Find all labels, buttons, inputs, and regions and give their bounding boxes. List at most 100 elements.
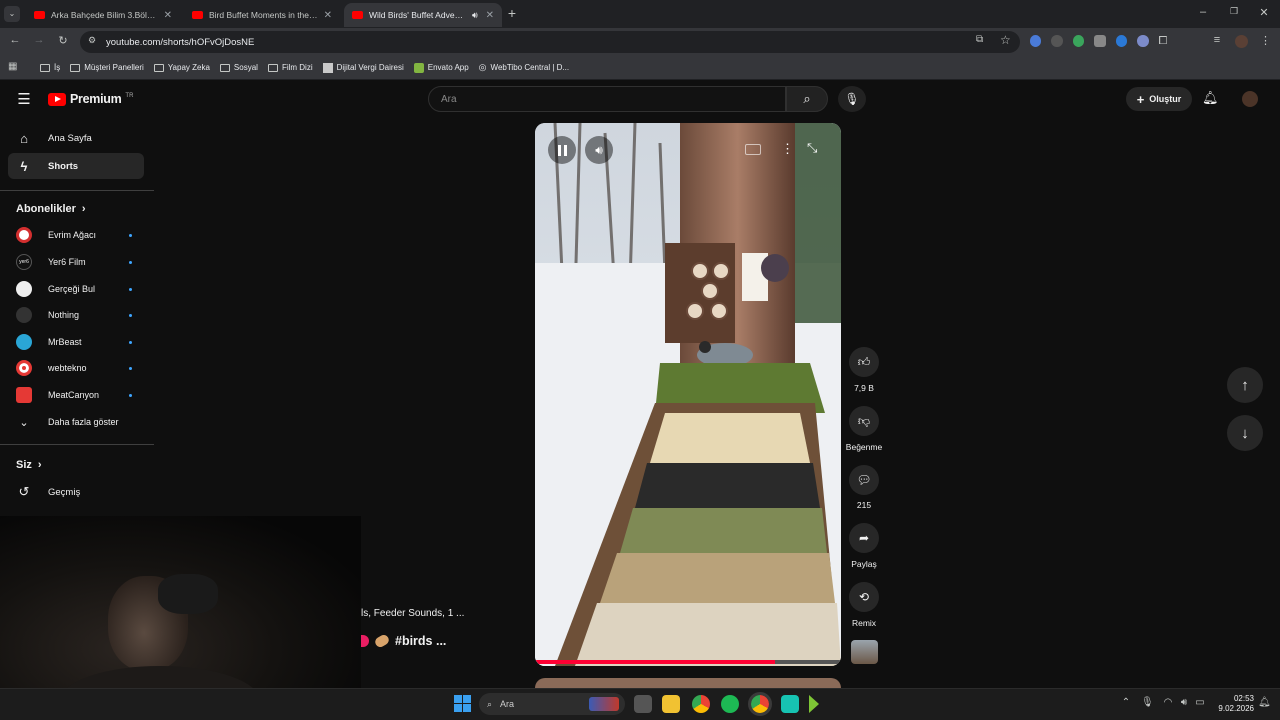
captions-icon[interactable] xyxy=(745,144,761,155)
short-channel-caption[interactable]: ls, Feeder Sounds, 1 ... xyxy=(361,608,464,619)
bookmark-item[interactable]: Sosyal xyxy=(219,63,258,72)
profile-avatar[interactable] xyxy=(1235,35,1248,48)
hamburger-menu-icon[interactable]: ☰ xyxy=(16,90,32,108)
restore-icon[interactable]: ❐ xyxy=(1227,6,1241,17)
bookmark-item[interactable]: Dijital Vergi Dairesi xyxy=(322,62,404,73)
chrome-menu-icon[interactable]: ⋮ xyxy=(1260,34,1271,47)
sidebar-divider xyxy=(0,190,154,191)
search-button[interactable]: ⌕ xyxy=(786,86,828,112)
volume-button[interactable]: 🔊︎ xyxy=(585,136,613,164)
address-bar[interactable]: ⚙ youtube.com/shorts/hOFvOjDosNE ⧉ ☆ xyxy=(80,31,1020,53)
subscription-item[interactable]: Nothing xyxy=(16,303,144,327)
bookmark-item[interactable]: Envato App xyxy=(413,62,469,73)
app-icon[interactable] xyxy=(781,695,799,713)
create-button[interactable]: + Oluştur xyxy=(1126,87,1192,111)
tab-search-icon[interactable]: ⌄ xyxy=(4,6,20,22)
clock[interactable]: 02:53 9.02.2026 xyxy=(1214,694,1254,714)
wifi-icon[interactable]: ◠ xyxy=(1162,697,1174,708)
bookmark-item[interactable]: Film Dizi xyxy=(267,63,313,72)
remix-button[interactable]: ⟲ xyxy=(849,582,879,612)
bookmark-item[interactable]: Yapay Zeka xyxy=(153,63,210,72)
notifications-bell-icon[interactable]: 🔔︎ xyxy=(1202,90,1219,106)
close-tab-icon[interactable]: ✕ xyxy=(324,10,332,21)
notification-center-icon[interactable]: 🔔︎ xyxy=(1258,697,1271,708)
puzzle-icon[interactable]: ⧠ xyxy=(1159,35,1170,47)
next-short-preview[interactable] xyxy=(535,678,841,688)
bookmark-item[interactable]: ◎ WebTibo Central | D... xyxy=(479,62,569,73)
file-explorer-icon[interactable] xyxy=(662,695,680,713)
short-title[interactable]: #birds ... xyxy=(361,633,446,649)
extension-icon[interactable] xyxy=(1094,35,1106,47)
spotify-icon[interactable] xyxy=(721,695,739,713)
browser-tab-3[interactable]: Wild Birds' Buffet Adventu 🔊︎ ✕ xyxy=(344,3,502,27)
volume-tray-icon[interactable]: 🔊︎ xyxy=(1178,697,1190,708)
extension-icon[interactable] xyxy=(1030,35,1042,47)
taskbar-search[interactable]: ⌕ Ara xyxy=(479,693,625,715)
bookmark-item[interactable]: Müşteri Panelleri xyxy=(70,63,144,72)
more-options-icon[interactable]: ⋮ xyxy=(781,141,794,157)
short-video-player[interactable]: 🔊︎ ⋮ ⤡ xyxy=(535,123,841,666)
close-tab-icon[interactable]: ✕ xyxy=(486,10,494,21)
subscription-item[interactable]: MeatCanyon xyxy=(16,383,144,407)
subscriptions-header[interactable]: Abonelikler › xyxy=(16,203,86,215)
create-label: Oluştur xyxy=(1149,94,1182,104)
reload-icon[interactable]: ↻ xyxy=(56,34,70,47)
search-highlight-image xyxy=(589,697,619,711)
dislike-button[interactable]: 👎︎ xyxy=(849,406,879,436)
subscription-item[interactable]: MrBeast xyxy=(16,330,144,354)
show-more-button[interactable]: ⌄ Daha fazla göster xyxy=(16,410,144,434)
sidebar-item-history[interactable]: ↺ Geçmiş xyxy=(8,479,144,505)
next-short-button[interactable]: ↓ xyxy=(1227,415,1263,451)
previous-short-button[interactable]: ↑ xyxy=(1227,367,1263,403)
subscription-item[interactable]: Evrim Ağacı xyxy=(16,223,144,247)
share-button[interactable]: ➦ xyxy=(849,523,879,553)
extension-icon[interactable] xyxy=(1137,35,1149,47)
apps-grid-icon[interactable]: ▦ xyxy=(8,61,17,72)
app-icon[interactable] xyxy=(809,695,819,713)
minimize-icon[interactable]: – xyxy=(1196,6,1210,18)
like-button[interactable]: 👍︎ xyxy=(849,347,879,377)
voice-search-button[interactable]: 🎙︎ xyxy=(838,86,866,112)
sound-thumbnail[interactable] xyxy=(851,640,878,664)
audio-playing-icon[interactable]: 🔊︎ xyxy=(472,10,478,21)
comments-button[interactable]: 💬︎ xyxy=(849,465,879,495)
new-tab-icon[interactable]: + xyxy=(504,5,520,21)
fullscreen-icon[interactable]: ⤡ xyxy=(807,140,817,156)
bookmark-item[interactable]: İş xyxy=(40,63,60,72)
microphone-tray-icon[interactable]: 🎙︎ xyxy=(1141,697,1154,708)
battery-icon[interactable]: ▭ xyxy=(1194,697,1206,708)
sidebar-item-shorts[interactable]: ϟ Shorts xyxy=(8,153,144,179)
subscription-item[interactable]: Gerçeği Bul xyxy=(16,277,144,301)
forward-icon[interactable]: → xyxy=(32,34,46,46)
close-window-icon[interactable]: ✕ xyxy=(1257,6,1271,19)
extension-icon[interactable] xyxy=(1072,35,1085,47)
browser-tab-2[interactable]: Bird Buffet Moments in the For ✕ xyxy=(184,3,340,27)
extension-icon[interactable] xyxy=(1115,35,1128,47)
tray-overflow-icon[interactable]: ⌃ xyxy=(1120,697,1132,708)
chrome-icon[interactable] xyxy=(692,695,710,713)
browser-tab-1[interactable]: Arka Bahçede Bilim 3.Bölüm - Y ✕ xyxy=(26,3,180,27)
site-info-icon[interactable]: ⚙ xyxy=(88,35,96,46)
search-input[interactable]: Ara xyxy=(428,86,786,112)
task-view-icon[interactable] xyxy=(634,695,652,713)
account-avatar[interactable] xyxy=(1242,91,1258,107)
back-icon[interactable]: ← xyxy=(8,34,22,46)
remix-icon: ⟲ xyxy=(858,590,870,604)
pause-button[interactable] xyxy=(548,136,576,164)
sidebar-item-home[interactable]: ⌂ Ana Sayfa xyxy=(8,125,144,151)
close-tab-icon[interactable]: ✕ xyxy=(164,10,172,21)
media-control-icon[interactable]: ≡ xyxy=(1210,34,1224,46)
youtube-logo[interactable]: Premium TR xyxy=(48,92,133,106)
subscription-item[interactable]: webtekno xyxy=(16,356,144,380)
start-button[interactable] xyxy=(454,695,471,712)
bookmark-label: Yapay Zeka xyxy=(167,63,210,72)
install-app-icon[interactable]: ⧉ xyxy=(976,34,983,45)
subscription-item[interactable]: yer6 Yer6 Film xyxy=(16,250,144,274)
remix-label: Remix xyxy=(851,618,877,628)
you-header[interactable]: Siz › xyxy=(16,459,42,471)
bookmark-star-icon[interactable]: ☆ xyxy=(1000,33,1011,47)
extension-icon[interactable] xyxy=(1051,35,1063,47)
youtube-play-icon xyxy=(48,92,66,106)
channel-name: MeatCanyon xyxy=(48,390,100,400)
chrome-active-icon[interactable] xyxy=(748,692,772,716)
